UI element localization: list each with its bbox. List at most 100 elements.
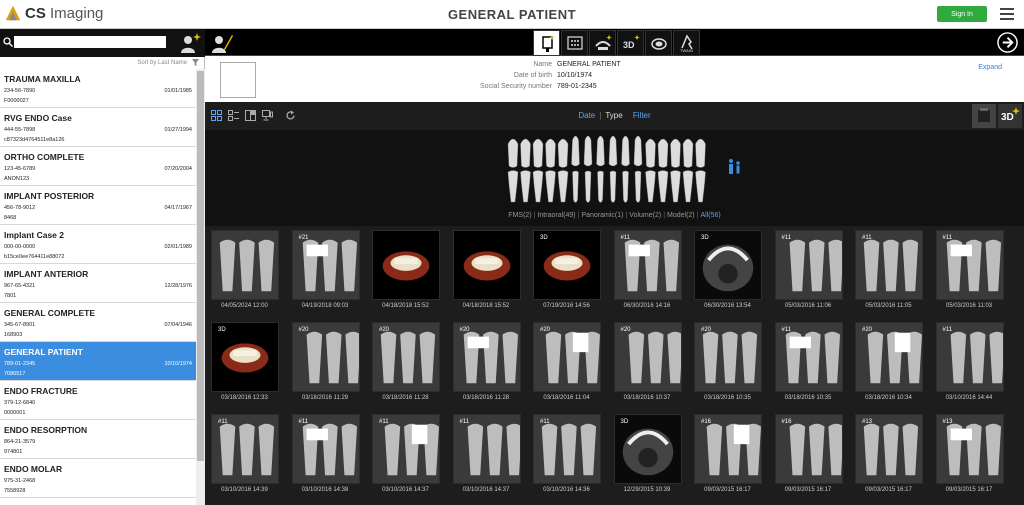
expand-link[interactable]: Expand <box>978 64 1002 71</box>
patient-list-item[interactable]: TRAUMA MAXILLA 234-56-7890 01/01/1985 F0000… <box>0 69 196 108</box>
thumbnail-image[interactable]: #21 <box>291 230 360 300</box>
patient-list-item[interactable]: IMPLANT POSTERIOR 456-78-9012 04/17/1967 84… <box>0 186 196 225</box>
category-filter-item[interactable]: Model(2) <box>667 212 695 219</box>
category-filter-item[interactable]: Volume(2) <box>629 212 661 219</box>
intraoral-sensor-button[interactable] <box>533 30 560 56</box>
lower-tooth[interactable] <box>670 170 681 203</box>
image-thumbnail[interactable]: 3D 06/30/2016 13:54 <box>690 228 765 315</box>
thumbnail-image[interactable]: #11 <box>452 414 521 484</box>
lower-tooth[interactable] <box>682 170 694 203</box>
thumbnail-image[interactable]: #13 <box>935 414 1004 484</box>
image-thumbnail[interactable]: #16 09/03/2015 16:17 <box>771 412 846 499</box>
patient-photo[interactable] <box>220 62 256 98</box>
patient-list-item[interactable]: ENDO MOLAR 975-31-2468 7558928 <box>0 459 196 498</box>
upper-tooth[interactable] <box>520 138 531 168</box>
thumbnail-image[interactable]: #20 <box>613 322 682 392</box>
thumbnail-image[interactable]: 3D <box>613 414 682 484</box>
upper-tooth[interactable] <box>596 135 605 167</box>
thumbnail-image[interactable]: #11 <box>935 230 1004 300</box>
thumbnail-image[interactable]: #11 <box>372 414 440 484</box>
image-thumbnail[interactable]: #20 03/18/2016 11:28 <box>368 320 443 407</box>
upper-tooth[interactable] <box>608 135 618 167</box>
image-thumbnail[interactable]: #11 05/03/2016 11:05 <box>851 228 926 315</box>
lower-tooth[interactable] <box>545 170 556 203</box>
upper-tooth[interactable] <box>557 138 569 168</box>
thumbnail-image[interactable]: 3D <box>211 322 279 392</box>
upper-tooth[interactable] <box>621 135 630 167</box>
thumbnail-image[interactable] <box>211 230 279 300</box>
thumbnail-image[interactable]: #20 <box>452 322 521 392</box>
patient-list-item[interactable]: GENERAL PATIENT 789-01-2345 10/10/1974 7086… <box>0 342 196 381</box>
lower-tooth[interactable] <box>520 170 531 203</box>
patient-list-scrollbar[interactable] <box>196 69 205 505</box>
layout-toggle-button[interactable] <box>972 104 996 128</box>
twain-button[interactable]: TWAIN <box>673 30 700 56</box>
thumbnail-image[interactable]: #11 <box>774 230 843 300</box>
sign-in-button[interactable]: Sign In <box>937 6 987 22</box>
thumbnail-image[interactable]: #20 <box>694 322 762 392</box>
upper-tooth[interactable] <box>670 138 681 168</box>
upper-tooth[interactable] <box>545 138 556 168</box>
upper-tooth[interactable] <box>695 138 706 168</box>
patient-list-item[interactable]: Implant Case 2 000-00-0000 02/01/1989 b15ce… <box>0 225 196 264</box>
patient-gender-icon[interactable] <box>726 158 744 176</box>
upper-tooth[interactable] <box>571 135 580 167</box>
image-thumbnail[interactable]: #11 03/10/2016 14:39 <box>207 412 282 499</box>
category-filter-item[interactable]: Intraoral(49) <box>537 212 575 219</box>
category-filter-item[interactable]: FMS(2) <box>508 212 531 219</box>
thumbnail-image[interactable]: #20 <box>291 322 360 392</box>
thumbnail-image[interactable]: #11 <box>855 230 923 300</box>
image-thumbnail[interactable]: #16 09/03/2015 16:17 <box>690 412 765 499</box>
upper-tooth[interactable] <box>633 135 643 167</box>
image-thumbnail[interactable]: #11 03/10/2016 14:37 <box>368 412 443 499</box>
thumbnail-image[interactable]: #11 <box>935 322 1004 392</box>
thumbnail-image[interactable]: #11 <box>533 414 601 484</box>
lower-tooth[interactable] <box>584 170 592 203</box>
3d-button[interactable]: 3D <box>617 30 644 56</box>
patient-edit-icon[interactable] <box>210 31 234 55</box>
category-filter-all[interactable]: All(56) <box>700 212 720 219</box>
filter-icon[interactable] <box>192 59 199 66</box>
upper-tooth[interactable] <box>532 138 544 168</box>
category-filter-item[interactable]: Panoramic(1) <box>581 212 623 219</box>
upper-tooth[interactable] <box>507 138 519 168</box>
add-patient-icon[interactable] <box>178 31 202 55</box>
upper-tooth[interactable] <box>645 138 656 168</box>
upper-tooth[interactable] <box>583 135 593 167</box>
image-thumbnail[interactable]: 04/18/2018 15:52 <box>368 228 443 315</box>
tab-type[interactable]: Type <box>605 111 622 120</box>
thumbnail-image[interactable]: #11 <box>291 414 360 484</box>
panoramic-button[interactable] <box>589 30 616 56</box>
scanner-button[interactable] <box>561 30 588 56</box>
image-thumbnail[interactable]: #20 03/18/2016 11:29 <box>288 320 363 407</box>
image-thumbnail[interactable]: #13 09/03/2015 16:17 <box>851 412 926 499</box>
image-thumbnail[interactable]: #20 03/18/2016 10:35 <box>690 320 765 407</box>
image-thumbnail[interactable]: #20 03/18/2016 10:34 <box>851 320 926 407</box>
scrollbar-thumb[interactable] <box>197 71 204 461</box>
thumbnail-image[interactable]: #11 <box>613 230 682 300</box>
patient-list-item[interactable]: ENDO RESORPTION 864-21-3579 974801 <box>0 420 196 459</box>
image-thumbnail[interactable]: #11 05/03/2016 11:03 <box>932 228 1007 315</box>
image-thumbnail[interactable]: #11 03/10/2016 14:37 <box>449 412 524 499</box>
patient-list-item[interactable]: ORTHO COMPLETE 123-45-6789 07/20/2004 ANON1… <box>0 147 196 186</box>
image-thumbnail[interactable]: 3D 07/19/2016 14:56 <box>529 228 604 315</box>
image-thumbnail[interactable]: #11 06/30/2016 14:16 <box>610 228 685 315</box>
lower-tooth[interactable] <box>634 170 642 203</box>
sort-row[interactable]: Sort by Last Name <box>0 57 205 69</box>
image-thumbnail[interactable]: #11 03/18/2016 10:35 <box>771 320 846 407</box>
thumbnail-image[interactable]: #11 <box>211 414 279 484</box>
lower-tooth[interactable] <box>532 170 544 203</box>
image-thumbnail[interactable]: 3D 12/29/2015 10:39 <box>610 412 685 499</box>
lower-tooth[interactable] <box>657 170 669 203</box>
thumbnail-image[interactable]: 3D <box>533 230 601 300</box>
image-thumbnail[interactable]: 3D 03/18/2016 12:33 <box>207 320 282 407</box>
image-thumbnail[interactable]: #20 03/18/2016 11:28 <box>449 320 524 407</box>
thumbnail-image[interactable]: #13 <box>855 414 923 484</box>
tab-filter[interactable]: Filter <box>633 111 651 120</box>
lower-tooth[interactable] <box>572 170 579 203</box>
image-thumbnail[interactable]: #20 03/18/2016 10:37 <box>610 320 685 407</box>
upper-tooth[interactable] <box>657 138 669 168</box>
image-thumbnail[interactable]: #13 09/03/2015 16:17 <box>932 412 1007 499</box>
upper-tooth[interactable] <box>682 138 694 168</box>
image-thumbnail[interactable]: 04/18/2018 15:52 <box>449 228 524 315</box>
